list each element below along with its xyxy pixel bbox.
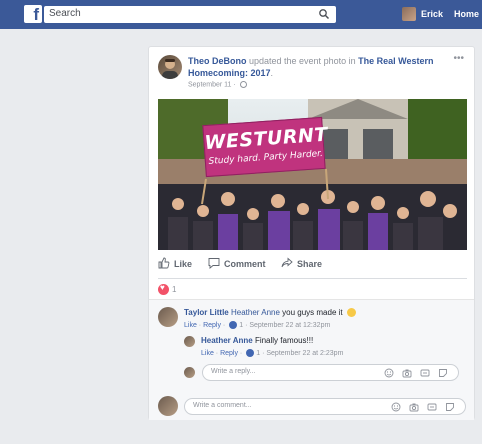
camera-icon[interactable] xyxy=(402,368,412,378)
post-action-text: updated the event photo in xyxy=(246,56,359,66)
like-label: Like xyxy=(174,259,193,269)
comment-like-count: 1 xyxy=(239,321,244,329)
smile-emoji-icon xyxy=(346,308,356,318)
post-author-name[interactable]: Theo DeBono xyxy=(188,56,247,66)
reply-placeholder: Write a reply... xyxy=(211,368,256,375)
comment-placeholder: Write a comment... xyxy=(193,402,252,409)
reply-meta: Like · Reply · 1 · September 22 at 2:23p… xyxy=(201,349,344,357)
comment-button[interactable]: Comment xyxy=(208,256,270,272)
post-card: Theo DeBono updated the event photo in T… xyxy=(148,46,475,420)
my-avatar xyxy=(184,367,195,378)
post-author-avatar[interactable] xyxy=(158,55,182,79)
input-icons xyxy=(384,368,454,378)
sticker-icon[interactable] xyxy=(438,368,448,378)
event-banner: WESTURNT Study hard. Party Harder. xyxy=(202,116,329,178)
reply-text: Finally famous!!! xyxy=(252,336,314,345)
love-reaction-icon xyxy=(158,283,169,295)
emoji-icon[interactable] xyxy=(391,402,401,412)
comment-text: you guys made it xyxy=(279,308,345,317)
reply-like-count: 1 xyxy=(256,349,261,357)
share-icon xyxy=(281,257,293,268)
share-button[interactable]: Share xyxy=(281,256,329,272)
reply-author[interactable]: Heather Anne xyxy=(201,336,253,345)
search-placeholder: Search xyxy=(49,8,81,19)
camera-icon[interactable] xyxy=(409,402,419,412)
reply-reply-link[interactable]: Reply xyxy=(220,350,238,357)
share-label: Share xyxy=(297,259,323,269)
comment-body: Taylor Little Heather Anne you guys made… xyxy=(184,308,356,318)
comment-mention[interactable]: Heather Anne xyxy=(231,308,280,317)
event-photo[interactable]: WESTURNT Study hard. Party Harder. xyxy=(158,99,467,250)
gif-icon[interactable] xyxy=(427,402,437,412)
event-suffix: . xyxy=(270,68,274,78)
reply-body: Heather Anne Finally famous!!! xyxy=(201,336,313,346)
commenter-avatar[interactable] xyxy=(158,307,178,327)
comment-time[interactable]: September 22 at 12:32pm xyxy=(249,322,330,329)
my-avatar xyxy=(158,396,178,416)
comment-author[interactable]: Taylor Little xyxy=(184,308,229,317)
more-options-icon[interactable]: ••• xyxy=(453,53,464,64)
facebook-logo[interactable]: f xyxy=(24,5,42,23)
home-link[interactable]: Home xyxy=(454,9,479,19)
comment-meta: Like · Reply · 1 · September 22 at 12:32… xyxy=(184,321,331,329)
input-icons xyxy=(391,402,461,412)
globe-icon xyxy=(239,81,247,88)
sticker-icon[interactable] xyxy=(445,402,455,412)
post-actions: Like Comment Share xyxy=(158,255,467,273)
search-icon[interactable] xyxy=(318,8,330,20)
gif-icon[interactable] xyxy=(420,368,430,378)
comment-input[interactable]: Write a comment... xyxy=(184,398,466,415)
post-date-text[interactable]: September 11 · xyxy=(188,81,238,88)
emoji-icon[interactable] xyxy=(384,368,394,378)
like-count-icon xyxy=(246,349,255,357)
reply-time[interactable]: September 22 at 2:23pm xyxy=(266,350,343,357)
avatar xyxy=(402,7,416,21)
divider xyxy=(158,278,467,279)
like-button[interactable]: Like xyxy=(158,256,198,272)
comment-reply-link[interactable]: Reply xyxy=(203,322,221,329)
search-input[interactable]: Search xyxy=(44,6,336,23)
thumbs-up-icon xyxy=(158,257,170,269)
comment-like-link[interactable]: Like xyxy=(184,322,197,329)
comment-icon xyxy=(208,258,220,269)
reply-like-link[interactable]: Like xyxy=(201,350,214,357)
post-header: Theo DeBono updated the event photo in T… xyxy=(188,55,450,79)
comment-label: Comment xyxy=(224,259,266,269)
reply-input[interactable]: Write a reply... xyxy=(202,364,459,381)
user-name: Erick xyxy=(421,9,444,19)
reaction-count: 1 xyxy=(172,285,177,294)
top-navigation-bar: f Search Erick Home xyxy=(0,0,482,29)
post-date: September 11 · xyxy=(188,81,247,88)
reply-avatar[interactable] xyxy=(184,336,195,347)
comments-section: Taylor Little Heather Anne you guys made… xyxy=(149,299,474,420)
like-count-icon xyxy=(229,321,238,329)
